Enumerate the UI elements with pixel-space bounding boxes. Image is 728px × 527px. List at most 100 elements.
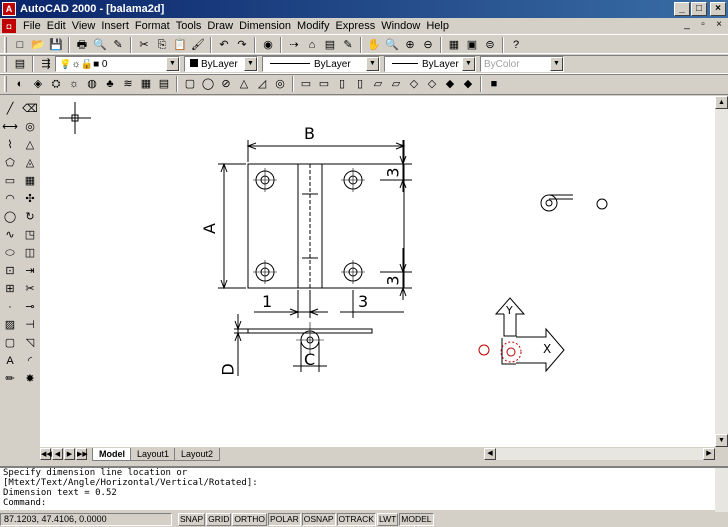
render-icon[interactable]: ◈: [30, 76, 46, 92]
copy-object-icon[interactable]: ◎: [22, 119, 38, 135]
redline-icon[interactable]: ✎: [340, 37, 356, 53]
view-top-icon[interactable]: ▭: [298, 76, 314, 92]
dbconnect-icon[interactable]: ⊜: [482, 37, 498, 53]
insert-block-icon[interactable]: ⊡: [2, 263, 18, 279]
layers-icon[interactable]: ▤: [12, 56, 28, 72]
cut-icon[interactable]: ✂: [136, 37, 152, 53]
menu-format[interactable]: Format: [132, 20, 173, 32]
menu-view[interactable]: View: [69, 20, 99, 32]
zoom-previous-icon[interactable]: ⊖: [420, 37, 436, 53]
fog-icon[interactable]: ≋: [120, 76, 136, 92]
pencil-icon[interactable]: ✏: [2, 371, 18, 387]
rotate-icon[interactable]: ↻: [22, 209, 38, 225]
statistics-icon[interactable]: ▤: [156, 76, 172, 92]
hide-icon[interactable]: ◐: [12, 76, 28, 92]
vertical-scrollbar[interactable]: ▲ ▼: [715, 96, 728, 447]
spline-icon[interactable]: ∿: [2, 227, 18, 243]
stretch-icon[interactable]: ◫: [22, 245, 38, 261]
scene-icon[interactable]: ⛭: [48, 76, 64, 92]
block-icon[interactable]: ⌂: [304, 37, 320, 53]
drawing-canvas[interactable]: [40, 96, 720, 447]
save-icon[interactable]: 💾: [48, 37, 64, 53]
region-icon[interactable]: ▢: [2, 335, 18, 351]
solid-box-icon[interactable]: ▢: [182, 76, 198, 92]
extend-icon[interactable]: ⊸: [22, 299, 38, 315]
last-tab-icon[interactable]: ▶▶: [76, 448, 88, 460]
layer-combo[interactable]: 💡☼🔓■ 0 ▼: [55, 56, 180, 72]
ortho-toggle[interactable]: ORTHO: [232, 513, 267, 526]
menu-edit[interactable]: Edit: [44, 20, 69, 32]
prev-tab-icon[interactable]: ◀: [52, 448, 63, 460]
color-combo[interactable]: ByLayer ▼: [184, 56, 258, 72]
offset-icon[interactable]: ◬: [22, 155, 38, 171]
chevron-down-icon[interactable]: ▼: [462, 57, 475, 71]
scroll-right-icon[interactable]: ▶: [703, 448, 715, 460]
new-icon[interactable]: □: [12, 37, 28, 53]
scroll-up-icon[interactable]: ▲: [715, 96, 728, 109]
trim-icon[interactable]: ✂: [22, 281, 38, 297]
menu-help[interactable]: Help: [423, 20, 452, 32]
zoom-window-icon[interactable]: ⊕: [402, 37, 418, 53]
coordinate-display[interactable]: 87.1203, 47.4106, 0.0000: [0, 513, 172, 526]
snap-icon[interactable]: ⇢: [286, 37, 302, 53]
fillet-icon[interactable]: ◜: [22, 353, 38, 369]
mirror-icon[interactable]: △: [22, 137, 38, 153]
light-icon[interactable]: ☼: [66, 76, 82, 92]
lwt-toggle[interactable]: LWT: [376, 513, 399, 526]
view-se-iso-icon[interactable]: ◇: [424, 76, 440, 92]
view-nw-iso-icon[interactable]: ◆: [460, 76, 476, 92]
view-sw-iso-icon[interactable]: ◇: [406, 76, 422, 92]
move-icon[interactable]: ✣: [22, 191, 38, 207]
model-toggle[interactable]: MODEL: [399, 513, 434, 526]
otrack-toggle[interactable]: OTRACK: [336, 513, 376, 526]
tab-model[interactable]: Model: [92, 447, 132, 461]
chevron-down-icon[interactable]: ▼: [366, 57, 379, 71]
chamfer-icon[interactable]: ◹: [22, 335, 38, 351]
explode-icon[interactable]: ✸: [22, 371, 38, 387]
solid-wedge-icon[interactable]: ◿: [254, 76, 270, 92]
erase-icon[interactable]: ⌫: [22, 101, 38, 117]
break-icon[interactable]: ⊣: [22, 317, 38, 333]
menu-draw[interactable]: Draw: [204, 20, 236, 32]
print-icon[interactable]: 🖶: [74, 37, 90, 53]
chevron-down-icon[interactable]: ▼: [244, 57, 257, 71]
close-button[interactable]: ×: [710, 2, 726, 16]
scroll-left-icon[interactable]: ◀: [484, 448, 496, 460]
command-window[interactable]: Specify dimension line location or [Mtex…: [0, 466, 728, 512]
plot-icon[interactable]: ✎: [110, 37, 126, 53]
snap-toggle[interactable]: SNAP: [178, 513, 206, 526]
view-left-icon[interactable]: ▯: [334, 76, 350, 92]
mapping-icon[interactable]: ▦: [138, 76, 154, 92]
polar-toggle[interactable]: POLAR: [267, 513, 301, 526]
paste-icon[interactable]: 📋: [172, 37, 188, 53]
view-ne-iso-icon[interactable]: ◆: [442, 76, 458, 92]
make-layer-current-icon[interactable]: ⇶: [38, 56, 54, 72]
material-icon[interactable]: ◍: [84, 76, 100, 92]
insert-icon[interactable]: ▤: [322, 37, 338, 53]
doc-minimize-button[interactable]: _: [680, 19, 694, 32]
first-tab-icon[interactable]: ◀◀: [40, 448, 52, 460]
doc-restore-button[interactable]: ▫: [696, 19, 710, 32]
tab-layout1[interactable]: Layout1: [130, 447, 177, 461]
solid-cone-icon[interactable]: △: [236, 76, 252, 92]
toolbar-grip[interactable]: [4, 56, 7, 72]
doc-close-button[interactable]: ×: [712, 19, 726, 32]
print-preview-icon[interactable]: 🔍: [92, 37, 108, 53]
toolbar-grip[interactable]: [4, 37, 7, 53]
osnap-toggle[interactable]: OSNAP: [301, 513, 336, 526]
scroll-down-icon[interactable]: ▼: [715, 434, 728, 447]
shade-icon[interactable]: ■: [486, 76, 502, 92]
pan-icon[interactable]: ✋: [366, 37, 382, 53]
document-menu-icon[interactable]: ◘: [2, 19, 16, 33]
autocad-app-icon[interactable]: A: [2, 2, 16, 16]
redo-icon[interactable]: ↷: [234, 37, 250, 53]
lengthen-icon[interactable]: ⇥: [22, 263, 38, 279]
horizontal-scrollbar[interactable]: ◀ ▶: [484, 448, 715, 460]
menu-insert[interactable]: Insert: [98, 20, 132, 32]
menu-tools[interactable]: Tools: [173, 20, 205, 32]
ellipse-icon[interactable]: ⬭: [2, 245, 18, 261]
properties-icon[interactable]: ▦: [446, 37, 462, 53]
polyline-icon[interactable]: ⌇: [2, 137, 18, 153]
match-properties-icon[interactable]: 🖌: [190, 37, 206, 53]
command-scrollbar[interactable]: [715, 468, 728, 512]
